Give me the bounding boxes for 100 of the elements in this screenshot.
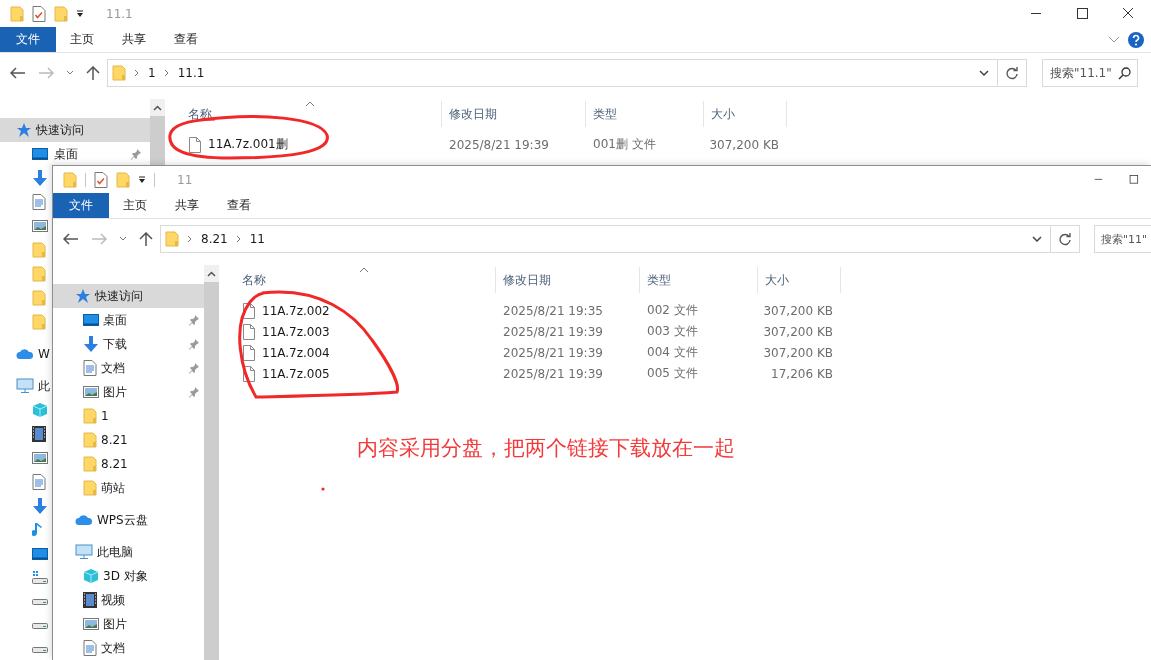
scroll-up-icon[interactable]: [207, 270, 216, 277]
column-header[interactable]: 名称: [219, 267, 496, 293]
folder-icon: [83, 480, 97, 496]
ribbon-tab[interactable]: 查看: [213, 193, 265, 218]
nav-item[interactable]: 图片: [53, 380, 204, 404]
file-name[interactable]: 11A.7z.005: [262, 366, 330, 381]
address-bar[interactable]: 1 11.1: [107, 59, 998, 87]
column-header[interactable]: 修改日期: [496, 267, 640, 293]
column-header[interactable]: 大小: [704, 101, 787, 127]
file-name[interactable]: 11A.7z.003: [262, 324, 330, 339]
file-name[interactable]: 11A.7z.002: [262, 303, 330, 318]
column-header[interactable]: 类型: [640, 267, 758, 293]
nav-item[interactable]: 文档: [53, 356, 204, 380]
breadcrumb-item[interactable]: 11: [249, 232, 265, 246]
monitor-icon: [75, 544, 93, 560]
download-icon: [32, 170, 48, 186]
drive-icon: [32, 571, 48, 585]
sort-caret-icon: [305, 101, 315, 107]
column-header[interactable]: 类型: [586, 101, 704, 127]
type-cell-text: 004 文件: [646, 344, 699, 361]
drive-icon: [32, 598, 48, 606]
file-icon: [243, 344, 255, 361]
nav-item[interactable]: 3D 对象: [53, 564, 204, 588]
file-name[interactable]: 11A.7z.001删: [208, 136, 288, 153]
folder-icon: [54, 5, 68, 22]
back-arrow-icon[interactable]: [10, 67, 26, 79]
nav-item[interactable]: 桌面: [53, 308, 204, 332]
search-field[interactable]: 搜索"11": [1094, 225, 1151, 253]
date-cell-text: 2025/8/21 19:39: [502, 324, 604, 339]
breadcrumb-item[interactable]: 8.21: [201, 232, 228, 246]
column-header[interactable]: 大小: [758, 267, 841, 293]
file-icon: [243, 323, 255, 340]
picture-icon: [32, 451, 48, 465]
chevron-down-icon[interactable]: [979, 70, 989, 76]
nav-item[interactable]: 此: [0, 374, 52, 398]
size-cell-text: 307,200 KB: [708, 137, 780, 152]
date-cell-text: 2025/8/21 19:35: [502, 303, 604, 318]
dropdown-icon[interactable]: [76, 9, 84, 18]
star-icon: [16, 122, 32, 138]
date-cell-text: 2025/8/21 19:39: [502, 345, 604, 360]
chevron-down-icon[interactable]: [119, 236, 127, 242]
refresh-button[interactable]: [998, 59, 1027, 87]
type-cell-text: 003 文件: [646, 323, 699, 340]
breadcrumb-item[interactable]: 1: [148, 66, 156, 80]
refresh-button[interactable]: [1051, 225, 1080, 253]
desktop-icon: [83, 313, 99, 327]
nav-item[interactable]: 此电脑: [53, 540, 204, 564]
ribbon-tab[interactable]: 共享: [108, 27, 160, 52]
nav-item[interactable]: 桌面: [0, 142, 150, 166]
ribbon-tab[interactable]: 主页: [109, 193, 161, 218]
pin-icon: [188, 386, 200, 398]
nav-item[interactable]: 快速访问: [53, 284, 204, 308]
cube-icon: [32, 402, 48, 418]
download-icon: [83, 336, 99, 352]
dropdown-icon[interactable]: [138, 175, 146, 184]
up-arrow-icon[interactable]: [139, 232, 153, 246]
file-icon: [189, 136, 201, 153]
breadcrumb-item[interactable]: 11.1: [177, 66, 205, 80]
scroll-up-icon[interactable]: [153, 104, 162, 111]
ribbon-tab[interactable]: 文件: [0, 27, 56, 52]
search-field[interactable]: 搜索"11.1": [1042, 59, 1138, 87]
window-title: 11: [177, 172, 193, 187]
size-cell-text: 307,200 KB: [762, 345, 834, 360]
nav-item[interactable]: 8.21: [53, 428, 204, 452]
up-arrow-icon[interactable]: [86, 66, 100, 80]
nav-item[interactable]: 1: [53, 404, 204, 428]
nav-item[interactable]: WPS云盘: [53, 508, 204, 532]
chevron-down-icon[interactable]: [1032, 236, 1042, 242]
file-name[interactable]: 11A.7z.004: [262, 345, 330, 360]
address-bar[interactable]: 8.21 11: [160, 225, 1051, 253]
ribbon-tab[interactable]: 共享: [161, 193, 213, 218]
ribbon-tab[interactable]: 主页: [56, 27, 108, 52]
column-header[interactable]: 修改日期: [442, 101, 586, 127]
scrollbar[interactable]: [150, 99, 165, 167]
scrollbar-thumb[interactable]: [150, 116, 165, 167]
back-arrow-icon[interactable]: [63, 233, 79, 245]
date-cell-text: 2025/8/21 19:39: [448, 137, 550, 152]
annotation-dot: [321, 487, 325, 491]
nav-item[interactable]: 快速访问: [0, 118, 150, 142]
refresh-icon: [1005, 66, 1019, 80]
folder-icon: [83, 408, 97, 424]
picture-icon: [83, 617, 99, 631]
picture-icon: [83, 385, 99, 399]
nav-item[interactable]: 8.21: [53, 452, 204, 476]
properties-icon[interactable]: [32, 5, 46, 22]
help-icon[interactable]: [1128, 31, 1144, 48]
refresh-icon: [1058, 232, 1072, 246]
properties-icon[interactable]: [94, 171, 108, 188]
chevron-down-icon[interactable]: [66, 70, 74, 76]
nav-item[interactable]: 萌站: [53, 476, 204, 500]
film-icon: [83, 592, 97, 608]
nav-item[interactable]: W: [0, 342, 52, 366]
nav-item[interactable]: 视频: [53, 588, 204, 612]
ribbon-tab[interactable]: 文件: [53, 193, 109, 218]
chevron-right-icon: [163, 69, 170, 77]
nav-item[interactable]: 下载: [53, 332, 204, 356]
nav-item[interactable]: 文档: [53, 636, 204, 660]
ribbon-tab[interactable]: 查看: [160, 27, 212, 52]
document-icon: [32, 474, 46, 490]
nav-item[interactable]: 图片: [53, 612, 204, 636]
